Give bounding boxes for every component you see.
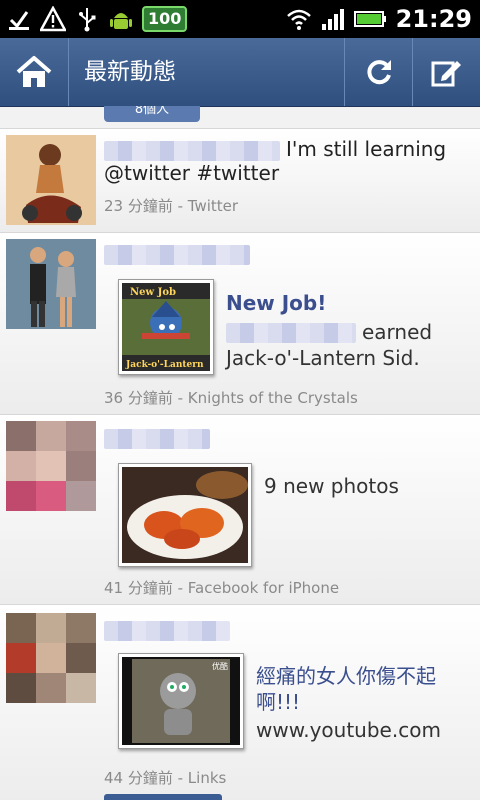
home-icon: [16, 56, 52, 87]
compose-icon: [431, 61, 461, 87]
system-icons: 21:29: [286, 3, 472, 35]
feed-story[interactable]: 优酷 經痛的女人你傷不起 啊!!! www.youtube.com 44 分鐘前…: [0, 604, 480, 800]
wifi-icon: [286, 9, 311, 30]
avatar[interactable]: [6, 135, 96, 225]
home-button[interactable]: [0, 38, 69, 106]
feed-story[interactable]: 9 new photos 41 分鐘前 - Facebook for iPhon…: [0, 414, 480, 605]
avatar[interactable]: [6, 239, 96, 329]
story-meta: 44 分鐘前 - Links: [104, 769, 227, 787]
battery-icon: [353, 11, 386, 27]
notification-icons: 100: [6, 3, 188, 35]
game-image: New Job Jack-o'-Lantern: [122, 283, 210, 371]
video-thumbnail[interactable]: 优酷: [118, 653, 244, 749]
action-bar: 最新動態: [0, 38, 480, 107]
photo-thumbnail[interactable]: [118, 463, 252, 567]
attachment-desc-line2: Jack-o'-Lantern Sid.: [226, 346, 420, 370]
video-image: 优酷: [122, 657, 240, 745]
avatar[interactable]: [6, 421, 96, 511]
story-meta: 23 分鐘前 - Twitter: [104, 197, 239, 215]
thumb-caption-top: New Job: [130, 287, 176, 298]
attachment-title-line1[interactable]: 經痛的女人你傷不起: [256, 663, 436, 689]
feed-story[interactable]: I'm still learning @twitter #twitter 23 …: [0, 128, 480, 233]
compose-button[interactable]: [412, 38, 480, 106]
friend-name-redacted[interactable]: [104, 621, 230, 641]
feed-action-chip[interactable]: [104, 794, 222, 800]
warning-icon: [40, 6, 66, 32]
friend-name-redacted[interactable]: [104, 141, 280, 161]
achievement-thumbnail[interactable]: New Job Jack-o'-Lantern: [118, 279, 214, 375]
thumb-caption-bottom: Jack-o'-Lantern: [125, 360, 204, 370]
attachment-title[interactable]: New Job!: [226, 291, 326, 315]
android-icon: [110, 13, 132, 29]
signal-icon: [321, 9, 344, 30]
status-text-line1: I'm still learning: [286, 137, 447, 161]
food-photo: [122, 467, 248, 563]
friend-name-redacted[interactable]: [104, 429, 210, 449]
attachment-desc-line1: earned: [362, 320, 433, 344]
video-source-badge: 优酷: [212, 661, 228, 671]
status-text-line2: @twitter #twitter: [104, 161, 280, 185]
usb-icon: [79, 8, 96, 32]
story-meta: 41 分鐘前 - Facebook for iPhone: [104, 579, 340, 597]
battery-level-badge: 100: [142, 6, 188, 32]
refresh-icon: [367, 60, 391, 85]
status-clock: 21:29: [395, 5, 472, 33]
page-title: 最新動態: [84, 59, 176, 85]
status-bar: 100 21:29: [0, 0, 480, 38]
attachment-title-line2[interactable]: 啊!!!: [256, 689, 300, 715]
friend-name-redacted[interactable]: [226, 323, 356, 343]
avatar[interactable]: [6, 613, 96, 703]
news-feed[interactable]: 8個人 I'm still learning @twitter #twitter…: [0, 106, 480, 800]
download-done-icon: [9, 11, 29, 30]
attachment-link[interactable]: www.youtube.com: [256, 717, 441, 743]
feed-story[interactable]: New Job Jack-o'-Lantern New Job! earned …: [0, 232, 480, 415]
attachment-title[interactable]: 9 new photos: [264, 473, 399, 499]
friend-name-redacted[interactable]: [104, 245, 250, 265]
people-count-chip[interactable]: 8個人: [104, 106, 200, 122]
story-meta: 36 分鐘前 - Knights of the Crystals: [104, 389, 358, 407]
refresh-button[interactable]: [344, 38, 413, 106]
